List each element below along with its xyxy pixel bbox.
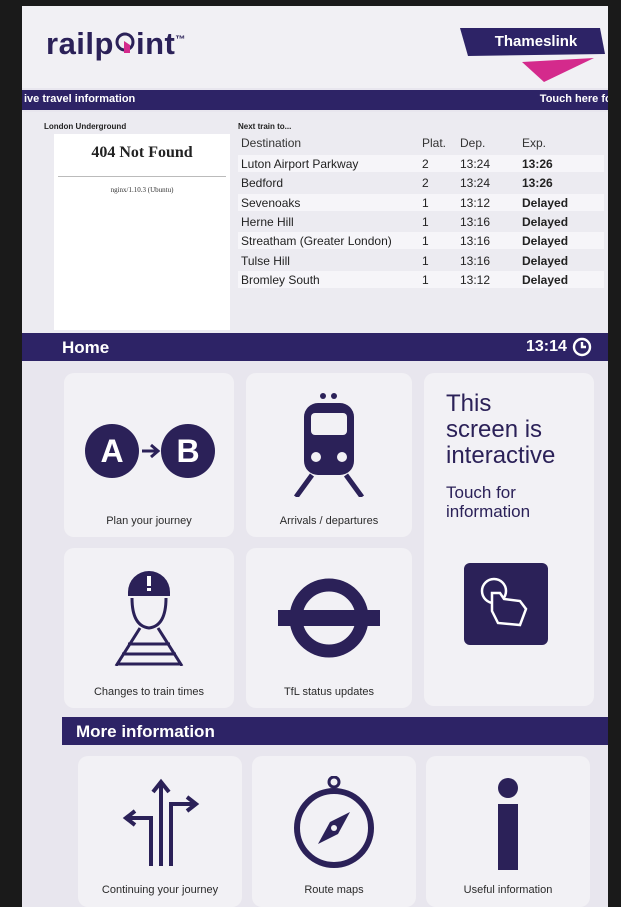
cell-platform: 2 — [422, 176, 429, 191]
directions-arrows-icon — [122, 778, 200, 866]
cell-platform: 1 — [422, 272, 429, 287]
ticker-touch-hint[interactable]: Touch here for — [540, 93, 608, 105]
departure-row: Bromley South 1 13:12 Delayed — [238, 270, 604, 288]
cell-departure: 13:12 — [460, 272, 491, 287]
more-information-bar: More information — [62, 717, 608, 745]
logo-hand-icon — [115, 32, 135, 53]
cell-destination: Streatham (Greater London) — [241, 234, 392, 249]
cell-departure: 13:16 — [460, 253, 491, 268]
header: railp int™ Thameslink — [22, 6, 608, 88]
railpoint-logo: railp int™ — [46, 26, 186, 61]
error-title: 404 Not Found — [91, 144, 193, 161]
thameslink-wedge-icon — [522, 58, 594, 82]
tfl-roundel-icon — [278, 578, 380, 658]
kiosk-screen: railp int™ Thameslink ive travel informat… — [22, 6, 608, 907]
useful-information-label: Useful information — [463, 884, 553, 896]
cell-destination: Luton Airport Parkway — [241, 157, 359, 171]
departure-row: Tulse Hill 1 13:16 Delayed — [238, 252, 604, 269]
interactive-info-tile[interactable]: This screen is interactive Touch for inf… — [424, 373, 594, 706]
cell-departure: 13:16 — [460, 214, 491, 229]
continuing-journey-label: Continuing your journey — [101, 884, 219, 896]
compass-icon — [294, 776, 374, 868]
info-icon — [498, 778, 518, 870]
ticker-bar[interactable]: ive travel information Touch here for — [22, 90, 608, 110]
departures-heading: Next train to... — [238, 122, 292, 131]
route-maps-tile[interactable]: Route maps — [252, 756, 416, 907]
col-expected: Exp. — [522, 136, 547, 150]
home-label: Home — [62, 338, 110, 357]
col-platform: Plat. — [422, 136, 447, 150]
clock-icon — [572, 337, 592, 357]
cell-platform: 1 — [422, 214, 429, 229]
cell-departure: 13:16 — [460, 234, 491, 249]
departures-panel: London Underground Next train to... 404 … — [22, 112, 608, 334]
a-to-b-icon: A B — [85, 424, 215, 478]
divider — [58, 176, 226, 177]
cell-expected: Delayed — [522, 272, 569, 287]
cell-platform: 1 — [422, 234, 429, 249]
operator-name: Thameslink — [494, 33, 578, 50]
cell-departure: 13:24 — [460, 157, 491, 171]
home-bar: Home 13:14 — [22, 333, 608, 361]
touch-hand-icon — [464, 563, 548, 645]
tfl-status-tile[interactable]: TfL status updates — [246, 548, 412, 708]
cell-departure: 13:12 — [460, 195, 491, 210]
cell-expected: 13:26 — [522, 176, 553, 191]
cell-destination: Tulse Hill — [241, 253, 290, 268]
cell-platform: 1 — [422, 253, 429, 268]
col-destination: Destination — [241, 136, 302, 150]
cell-destination: Bromley South — [241, 272, 320, 287]
departure-row: Streatham (Greater London) 1 13:16 Delayed — [238, 232, 604, 250]
cell-expected: Delayed — [522, 253, 569, 268]
cell-destination: Bedford — [241, 176, 284, 191]
worker-on-track-icon — [114, 571, 184, 666]
ticker-text: ive travel information — [24, 93, 136, 105]
clock-time: 13:14 — [526, 338, 567, 355]
route-maps-label: Route maps — [304, 884, 364, 896]
continuing-journey-tile[interactable]: Continuing your journey — [78, 756, 242, 907]
interactive-subtitle: Touch for information — [446, 483, 531, 521]
cell-platform: 1 — [422, 195, 429, 210]
changes-train-times-tile[interactable]: Changes to train times — [64, 548, 234, 708]
cell-destination: Herne Hill — [241, 214, 294, 229]
cell-destination: Sevenoaks — [241, 195, 301, 210]
plan-journey-tile[interactable]: A B Plan your journey — [64, 373, 234, 537]
cell-platform: 2 — [422, 157, 429, 171]
departure-row: Herne Hill 1 13:16 Delayed — [238, 213, 604, 230]
changes-train-times-label: Changes to train times — [93, 686, 205, 698]
underground-heading: London Underground — [44, 122, 127, 131]
col-departure: Dep. — [460, 136, 486, 150]
arrivals-departures-label: Arrivals / departures — [279, 515, 379, 527]
arrivals-departures-tile[interactable]: Arrivals / departures — [246, 373, 412, 537]
icon-letter-b: B — [176, 433, 199, 469]
departure-row: Sevenoaks 1 13:12 Delayed — [238, 193, 604, 211]
departure-row: Luton Airport Parkway 2 13:24 13:26 — [238, 155, 604, 172]
useful-information-tile[interactable]: Useful information — [426, 756, 590, 907]
departure-row: Bedford 2 13:24 13:26 — [238, 174, 604, 191]
icon-letter-a: A — [100, 433, 123, 469]
plan-journey-label: Plan your journey — [106, 515, 192, 527]
cell-expected: Delayed — [522, 195, 569, 210]
train-icon — [293, 393, 365, 497]
more-information-label: More information — [76, 722, 215, 741]
error-server: nginx/1.10.3 (Ubuntu) — [110, 186, 174, 194]
interactive-title: This screen is interactive — [446, 390, 556, 469]
cell-expected: Delayed — [522, 234, 569, 249]
underground-panel: 404 Not Found nginx/1.10.3 (Ubuntu) — [54, 134, 230, 330]
tfl-status-label: TfL status updates — [283, 686, 375, 698]
cell-expected: 13:26 — [522, 157, 553, 171]
cell-departure: 13:24 — [460, 176, 491, 191]
cell-expected: Delayed — [522, 214, 569, 229]
